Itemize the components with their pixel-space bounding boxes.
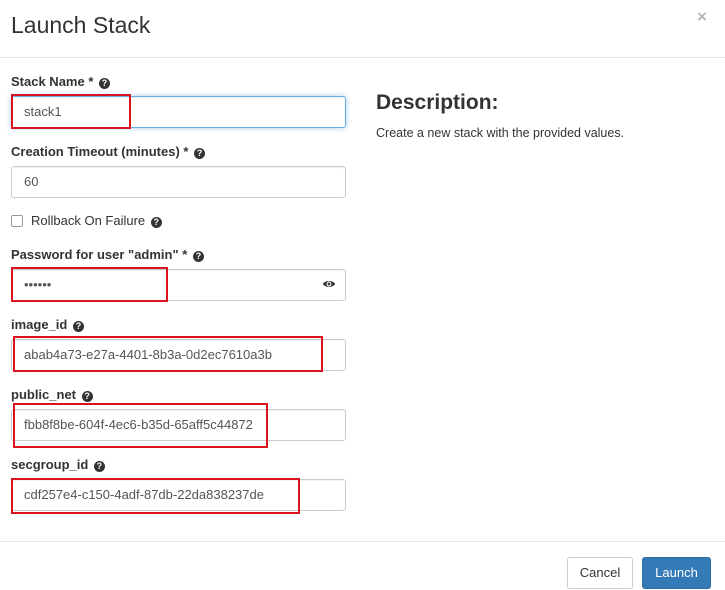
- close-icon[interactable]: ×: [697, 7, 707, 27]
- modal-title: Launch Stack: [11, 12, 151, 38]
- stack-name-label: Stack Name * ?: [11, 74, 111, 89]
- question-circle-icon: ?: [150, 217, 162, 228]
- question-circle-icon: ?: [72, 321, 84, 332]
- description-text: Create a new stack with the provided val…: [376, 126, 625, 140]
- public-net-label: public_net ?: [11, 387, 93, 402]
- password-input[interactable]: ••••••: [11, 269, 346, 301]
- rollback-checkbox[interactable]: [11, 215, 23, 227]
- modal-header: Launch Stack ×: [0, 0, 725, 58]
- question-circle-icon: ?: [81, 391, 93, 402]
- question-circle-icon: ?: [192, 251, 204, 262]
- stack-name-input[interactable]: stack1: [11, 96, 346, 128]
- secgroup-id-input[interactable]: cdf257e4-c150-4adf-87db-22da838237de: [11, 479, 346, 511]
- image-id-label: image_id ?: [11, 317, 84, 332]
- image-id-input[interactable]: abab4a73-e27a-4401-8b3a-0d2ec7610a3b: [11, 339, 346, 371]
- question-circle-icon: ?: [99, 78, 111, 89]
- secgroup-id-label: secgroup_id ?: [11, 457, 105, 472]
- timeout-input[interactable]: 60: [11, 166, 346, 198]
- launch-button[interactable]: Launch: [642, 557, 711, 589]
- rollback-label: Rollback On Failure ?: [31, 213, 162, 228]
- eye-icon[interactable]: [322, 277, 336, 291]
- cancel-button[interactable]: Cancel: [567, 557, 633, 589]
- modal-footer-divider: [0, 541, 725, 542]
- timeout-label: Creation Timeout (minutes) * ?: [11, 144, 206, 159]
- password-label: Password for user "admin" * ?: [11, 247, 204, 262]
- description-title: Description:: [376, 91, 499, 114]
- public-net-input[interactable]: fbb8f8be-604f-4ec6-b35d-65aff5c44872: [11, 409, 346, 441]
- question-circle-icon: ?: [93, 461, 105, 472]
- question-circle-icon: ?: [194, 148, 206, 159]
